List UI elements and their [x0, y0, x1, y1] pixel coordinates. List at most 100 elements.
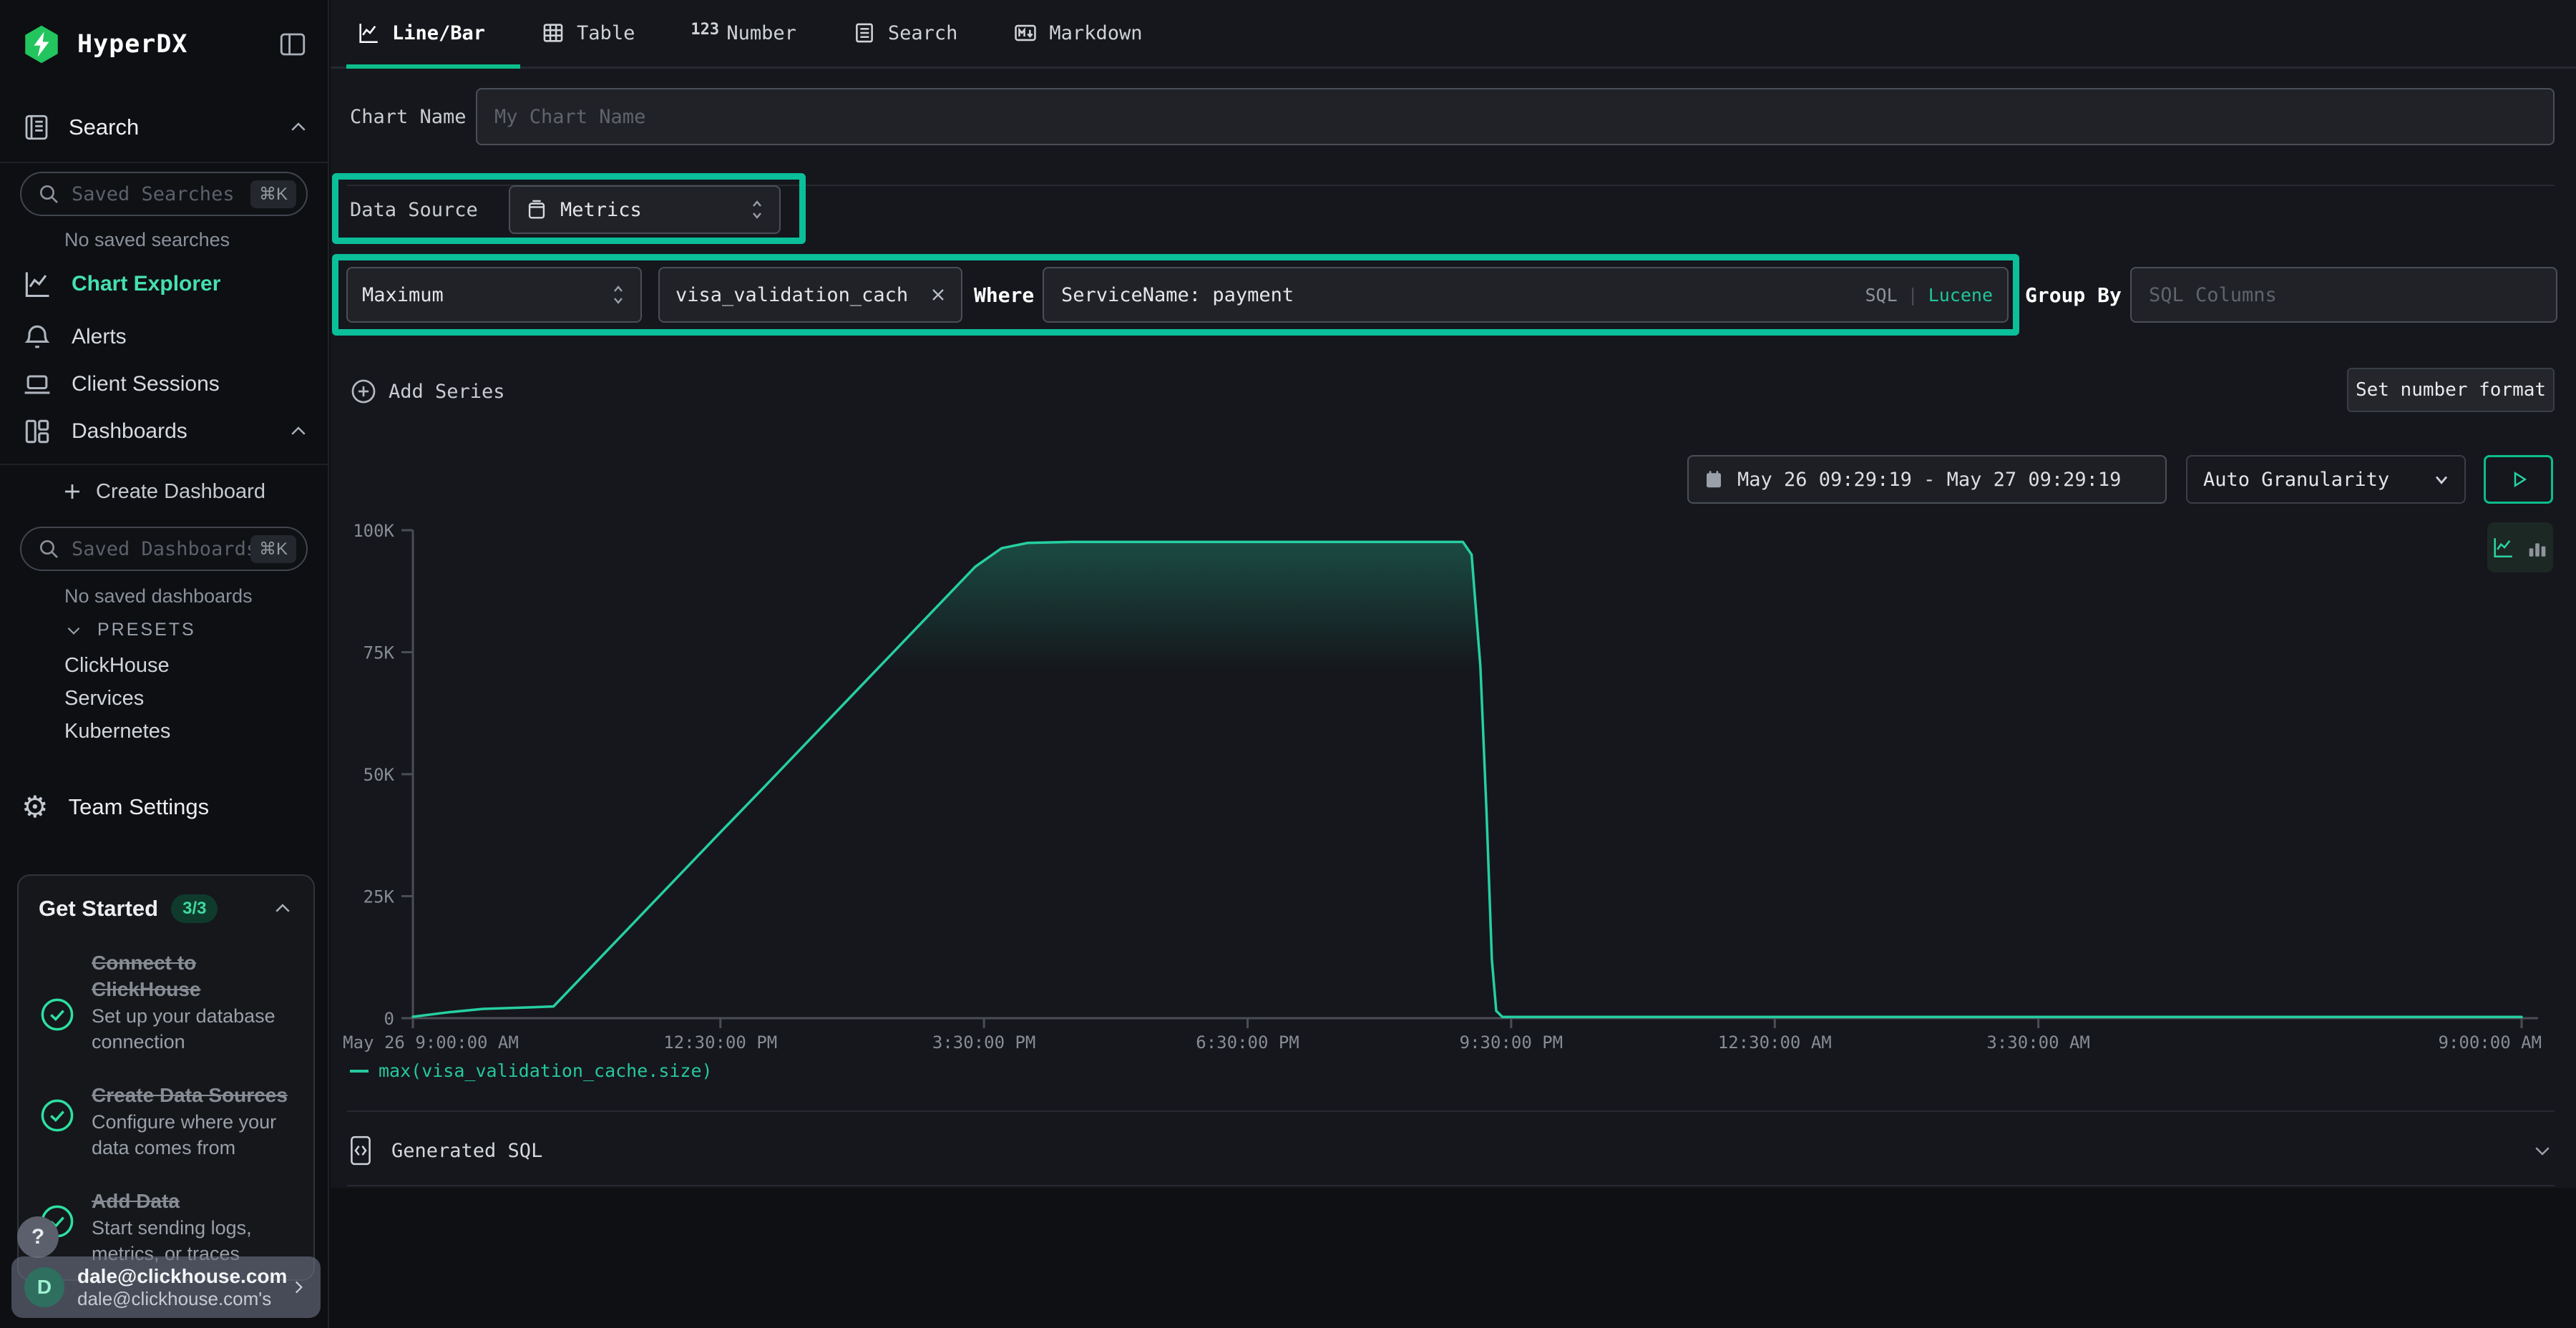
chart-type-tabbar: Line/Bar Table 123 Number: [331, 0, 2576, 69]
granularity-value: Auto Granularity: [2203, 469, 2389, 491]
svg-text:100K: 100K: [353, 521, 394, 541]
aggregation-select[interactable]: Maximum: [346, 267, 642, 323]
main-panel: Line/Bar Table 123 Number: [331, 0, 2576, 1328]
preset-services[interactable]: Services: [64, 687, 144, 711]
calendar-icon: [1703, 469, 1724, 490]
sidebar-item-team-settings[interactable]: ⚙ Team Settings: [21, 787, 309, 827]
get-started-item: Create Data Sources Configure where your…: [39, 1083, 293, 1161]
get-started-item: Add Data Start sending logs, metrics, or…: [39, 1188, 293, 1267]
get-started-item-desc: Configure where your data comes from: [92, 1109, 293, 1161]
chevron-up-icon: [272, 898, 293, 919]
where-label: Where: [974, 283, 1034, 307]
document-list-icon: [852, 21, 877, 45]
sql-toggle[interactable]: SQL: [1865, 285, 1897, 306]
plus-icon: [62, 481, 83, 502]
sidebar-item-dashboards[interactable]: Dashboards: [21, 409, 309, 454]
legend-series-label: max(visa_validation_cache.size): [379, 1060, 713, 1081]
shortcut-badge: ⌘K: [250, 180, 296, 208]
no-saved-dashboards-text: No saved dashboards: [64, 585, 253, 607]
date-range-value: May 26 09:29:19 - May 27 09:29:19: [1737, 469, 2121, 491]
sidebar-item-client-sessions[interactable]: Client Sessions: [21, 362, 309, 406]
sidebar-item-label: Alerts: [72, 325, 127, 349]
journal-icon: [21, 112, 52, 142]
preset-clickhouse[interactable]: ClickHouse: [64, 654, 170, 678]
divider: [347, 1110, 2555, 1112]
saved-searches-search[interactable]: ⌘K: [20, 172, 308, 216]
series-area: [413, 542, 2522, 1018]
svg-text:12:30:00 PM: 12:30:00 PM: [663, 1032, 777, 1052]
presets-toggle[interactable]: PRESETS: [64, 620, 196, 640]
select-chevrons-icon: [748, 195, 766, 224]
sidebar-collapse-icon[interactable]: [276, 29, 309, 59]
get-started-item: Connect to ClickHouse Set up your databa…: [39, 950, 293, 1055]
select-chevrons-icon: [609, 280, 628, 309]
app-root: HyperDX Search ⌘K No saved searches: [0, 0, 2576, 1328]
chart-legend[interactable]: max(visa_validation_cache.size): [350, 1060, 713, 1081]
tab-table[interactable]: Table: [541, 21, 635, 45]
shortcut-badge: ⌘K: [250, 535, 296, 563]
svg-text:75K: 75K: [364, 643, 395, 663]
app-title: HyperDX: [77, 30, 188, 59]
chevron-down-icon: [2431, 469, 2451, 489]
user-team: dale@clickhouse.com's: [77, 1288, 287, 1310]
svg-text:50K: 50K: [364, 765, 395, 785]
get-started-item-title: Create Data Sources: [92, 1083, 293, 1109]
user-menu[interactable]: D dale@clickhouse.com dale@clickhouse.co…: [11, 1256, 321, 1318]
divider: [0, 162, 328, 163]
preset-kubernetes[interactable]: Kubernetes: [64, 720, 170, 743]
chart-area[interactable]: 025K50K75K100KMay 26 9:00:00 AM12:30:00 …: [331, 501, 2576, 1052]
page-background: [331, 1188, 2576, 1328]
svg-text:9:30:00 PM: 9:30:00 PM: [1460, 1032, 1563, 1052]
svg-text:0: 0: [384, 1009, 394, 1029]
tab-search[interactable]: Search: [852, 21, 958, 45]
chart-line-icon: [21, 268, 53, 300]
code-icon: [347, 1135, 374, 1166]
date-range-picker[interactable]: May 26 09:29:19 - May 27 09:29:19: [1687, 455, 2167, 504]
data-source-value: Metrics: [560, 199, 642, 221]
tab-markdown[interactable]: Markdown: [1013, 21, 1142, 45]
group-by-label: Group By: [2025, 283, 2122, 307]
tab-line-bar[interactable]: Line/Bar: [356, 21, 485, 45]
generated-sql-toggle[interactable]: Generated SQL: [347, 1116, 2553, 1185]
sidebar-search-label: Search: [69, 114, 139, 140]
chart-line-icon: [356, 21, 381, 45]
lucene-toggle[interactable]: Lucene: [1928, 285, 1993, 306]
dashboards-icon: [21, 416, 53, 447]
sidebar-item-chart-explorer[interactable]: Chart Explorer: [21, 262, 309, 306]
tab-number[interactable]: 123 Number: [691, 21, 796, 45]
svg-text:May 26 9:00:00 AM: May 26 9:00:00 AM: [343, 1032, 519, 1052]
generated-sql-label: Generated SQL: [391, 1140, 542, 1162]
database-icon: [525, 197, 549, 222]
laptop-icon: [21, 368, 53, 400]
data-source-select[interactable]: Metrics: [509, 185, 781, 234]
sidebar: HyperDX Search ⌘K No saved searches: [0, 0, 329, 1328]
run-query-button[interactable]: [2484, 455, 2553, 504]
metric-tag[interactable]: visa_validation_cach: [658, 267, 962, 323]
svg-text:3:30:00 PM: 3:30:00 PM: [932, 1032, 1036, 1052]
chart-name-input[interactable]: [476, 88, 2555, 145]
help-button[interactable]: ?: [17, 1216, 59, 1258]
create-dashboard-button[interactable]: Create Dashboard: [62, 474, 265, 509]
search-icon: [37, 182, 60, 205]
close-icon[interactable]: [928, 285, 948, 305]
sidebar-item-alerts[interactable]: Alerts: [21, 315, 309, 359]
where-input[interactable]: [1061, 284, 1865, 306]
group-by-input[interactable]: [2130, 267, 2557, 323]
svg-text:12:30:00 AM: 12:30:00 AM: [1718, 1032, 1832, 1052]
granularity-select[interactable]: Auto Granularity: [2186, 455, 2466, 504]
saved-searches-input[interactable]: [72, 183, 250, 205]
avatar: D: [24, 1267, 64, 1307]
sidebar-section-search[interactable]: Search: [21, 107, 309, 147]
check-circle-icon: [39, 996, 76, 1033]
saved-dashboards-search[interactable]: ⌘K: [20, 527, 308, 571]
get-started-header[interactable]: Get Started 3/3: [39, 894, 293, 923]
no-saved-searches-text: No saved searches: [64, 229, 230, 251]
chevron-up-icon: [288, 117, 309, 138]
add-series-button[interactable]: Add Series: [350, 371, 505, 411]
hyperdx-logo-icon: [21, 24, 62, 64]
saved-dashboards-input[interactable]: [72, 538, 250, 560]
get-started-card: Get Started 3/3 Connect to ClickHouse Se…: [17, 874, 315, 1281]
set-number-format-button[interactable]: Set number format: [2347, 368, 2555, 412]
line-chart: 025K50K75K100KMay 26 9:00:00 AM12:30:00 …: [331, 501, 2576, 1052]
sidebar-item-label: Dashboards: [72, 419, 187, 444]
